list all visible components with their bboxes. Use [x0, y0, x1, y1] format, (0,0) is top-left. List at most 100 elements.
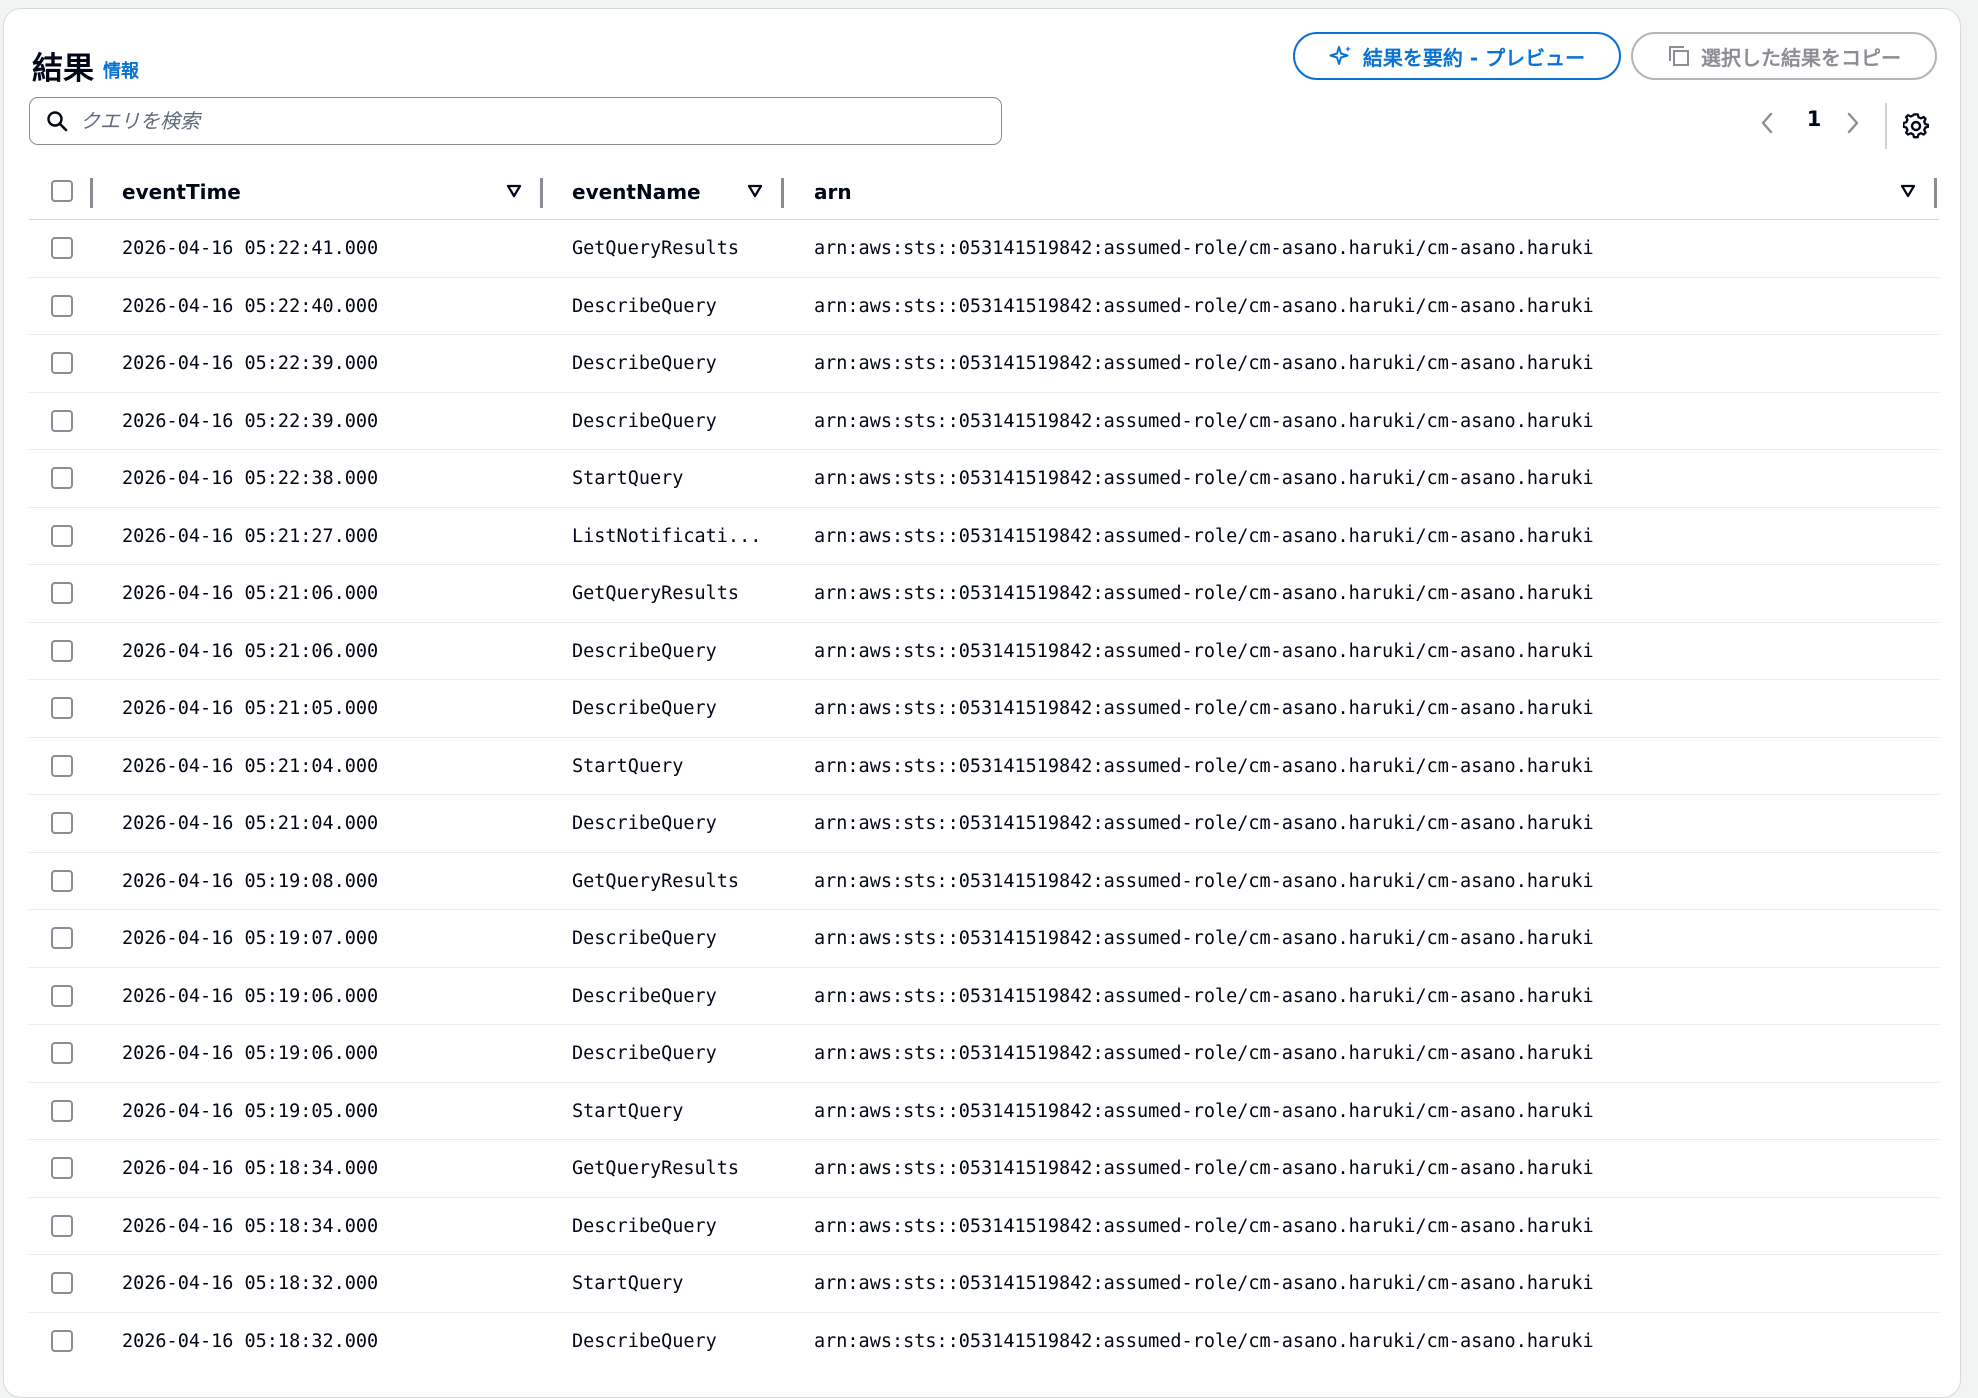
cell-arn: arn:aws:sts::053141519842:assumed-role/c…: [814, 238, 1594, 259]
chevron-right-icon[interactable]: [1846, 112, 1860, 134]
table-row[interactable]: 2026-04-16 05:22:38.000 StartQuery arn:a…: [29, 450, 1939, 508]
column-divider[interactable]: [540, 178, 543, 208]
cell-eventtime: 2026-04-16 05:18:32.000: [122, 1273, 379, 1294]
cell-eventname: DescribeQuery: [572, 985, 717, 1007]
row-checkbox[interactable]: [51, 1157, 73, 1179]
cell-eventname: DescribeQuery: [572, 1215, 717, 1237]
cell-eventtime: 2026-04-16 05:22:38.000: [122, 468, 379, 489]
cell-arn: arn:aws:sts::053141519842:assumed-role/c…: [814, 985, 1594, 1007]
cell-eventname: DescribeQuery: [572, 928, 717, 949]
sort-caret-icon[interactable]: [1900, 184, 1916, 198]
row-checkbox[interactable]: [51, 697, 73, 719]
row-checkbox[interactable]: [51, 1329, 73, 1352]
cell-eventtime: 2026-04-16 05:18:34.000: [122, 1215, 379, 1237]
row-checkbox[interactable]: [51, 1042, 73, 1064]
cell-eventtime: 2026-04-16 05:19:06.000: [122, 985, 379, 1007]
page-title: 結果: [32, 51, 94, 87]
copy-selected-button[interactable]: 選択した結果をコピー: [1631, 32, 1937, 80]
gear-icon[interactable]: [1903, 113, 1929, 139]
row-checkbox[interactable]: [51, 582, 73, 604]
table-row[interactable]: 2026-04-16 05:18:34.000 DescribeQuery ar…: [29, 1198, 1939, 1255]
row-checkbox[interactable]: [51, 754, 73, 777]
row-checkbox[interactable]: [51, 639, 73, 662]
cell-arn: arn:aws:sts::053141519842:assumed-role/c…: [814, 1043, 1594, 1064]
row-checkbox[interactable]: [51, 237, 73, 259]
table-row[interactable]: 2026-04-16 05:18:34.000 GetQueryResults …: [29, 1140, 1939, 1198]
table-row[interactable]: 2026-04-16 05:22:40.000 DescribeQuery ar…: [29, 278, 1939, 335]
row-checkbox[interactable]: [51, 1099, 73, 1122]
table-row[interactable]: 2026-04-16 05:19:07.000 DescribeQuery ar…: [29, 910, 1939, 968]
row-checkbox[interactable]: [51, 869, 73, 892]
table-row[interactable]: 2026-04-16 05:21:06.000 DescribeQuery ar…: [29, 623, 1939, 680]
table-row[interactable]: 2026-04-16 05:19:05.000 StartQuery arn:a…: [29, 1083, 1939, 1140]
cell-eventname: DescribeQuery: [572, 1330, 717, 1352]
table-row[interactable]: 2026-04-16 05:21:04.000 DescribeQuery ar…: [29, 795, 1939, 853]
cell-eventname: DescribeQuery: [572, 353, 717, 374]
cell-eventtime: 2026-04-16 05:21:05.000: [122, 698, 379, 719]
cell-arn: arn:aws:sts::053141519842:assumed-role/c…: [814, 295, 1594, 317]
cell-eventtime: 2026-04-16 05:22:40.000: [122, 295, 379, 317]
cell-eventname: DescribeQuery: [572, 1043, 717, 1064]
table-row[interactable]: 2026-04-16 05:21:04.000 StartQuery arn:a…: [29, 738, 1939, 795]
cell-eventtime: 2026-04-16 05:19:06.000: [122, 1043, 379, 1064]
row-checkbox[interactable]: [51, 1214, 73, 1237]
sparkle-icon: [1329, 46, 1351, 65]
cell-eventname: DescribeQuery: [572, 813, 717, 834]
row-checkbox[interactable]: [51, 1272, 73, 1294]
table-header: eventTime eventName arn: [29, 164, 1939, 220]
cell-arn: arn:aws:sts::053141519842:assumed-role/c…: [814, 813, 1594, 834]
row-checkbox[interactable]: [51, 467, 73, 489]
table-row[interactable]: 2026-04-16 05:22:39.000 DescribeQuery ar…: [29, 393, 1939, 450]
cell-eventname: DescribeQuery: [572, 640, 717, 662]
column-divider[interactable]: [781, 178, 784, 208]
cell-arn: arn:aws:sts::053141519842:assumed-role/c…: [814, 640, 1594, 662]
cell-eventtime: 2026-04-16 05:21:06.000: [122, 583, 379, 604]
column-divider[interactable]: [1934, 178, 1937, 208]
cell-eventname: DescribeQuery: [572, 698, 717, 719]
table-row[interactable]: 2026-04-16 05:22:39.000 DescribeQuery ar…: [29, 335, 1939, 393]
page-number[interactable]: 1: [1804, 107, 1824, 131]
row-checkbox[interactable]: [51, 409, 73, 432]
table-row[interactable]: 2026-04-16 05:19:08.000 GetQueryResults …: [29, 853, 1939, 910]
cell-eventtime: 2026-04-16 05:22:41.000: [122, 238, 379, 259]
sort-caret-icon[interactable]: [506, 184, 522, 198]
cell-eventname: ListNotificati...: [572, 525, 762, 547]
cell-eventtime: 2026-04-16 05:19:08.000: [122, 870, 379, 892]
table-row[interactable]: 2026-04-16 05:19:06.000 DescribeQuery ar…: [29, 968, 1939, 1025]
table-row[interactable]: 2026-04-16 05:19:06.000 DescribeQuery ar…: [29, 1025, 1939, 1083]
table-row[interactable]: 2026-04-16 05:22:41.000 GetQueryResults …: [29, 220, 1939, 278]
column-header-arn[interactable]: arn: [814, 180, 852, 204]
row-checkbox[interactable]: [51, 812, 73, 834]
table-row[interactable]: 2026-04-16 05:21:06.000 GetQueryResults …: [29, 565, 1939, 623]
cell-eventname: StartQuery: [572, 1100, 684, 1122]
cell-arn: arn:aws:sts::053141519842:assumed-role/c…: [814, 353, 1594, 374]
column-header-eventname[interactable]: eventName: [572, 180, 701, 204]
table-row[interactable]: 2026-04-16 05:18:32.000 StartQuery arn:a…: [29, 1255, 1939, 1313]
cell-eventtime: 2026-04-16 05:19:05.000: [122, 1100, 379, 1122]
cell-eventname: StartQuery: [572, 755, 684, 777]
cell-eventtime: 2026-04-16 05:22:39.000: [122, 410, 379, 432]
row-checkbox[interactable]: [51, 927, 73, 949]
table-row[interactable]: 2026-04-16 05:21:05.000 DescribeQuery ar…: [29, 680, 1939, 738]
chevron-left-icon[interactable]: [1760, 112, 1774, 134]
table-row[interactable]: 2026-04-16 05:21:27.000 ListNotificati..…: [29, 508, 1939, 565]
search-box[interactable]: [29, 97, 1002, 145]
row-checkbox[interactable]: [51, 294, 73, 317]
sort-caret-icon[interactable]: [747, 184, 763, 198]
summarize-results-button[interactable]: 結果を要約 - プレビュー: [1293, 32, 1621, 80]
results-table: eventTime eventName arn 2026-04-16 05:22…: [29, 164, 1939, 1370]
cell-eventname: DescribeQuery: [572, 410, 717, 432]
info-link[interactable]: 情報: [103, 57, 139, 83]
row-checkbox[interactable]: [51, 352, 73, 374]
cell-arn: arn:aws:sts::053141519842:assumed-role/c…: [814, 410, 1594, 432]
table-row[interactable]: 2026-04-16 05:18:32.000 DescribeQuery ar…: [29, 1313, 1939, 1371]
cell-eventtime: 2026-04-16 05:19:07.000: [122, 928, 379, 949]
cell-arn: arn:aws:sts::053141519842:assumed-role/c…: [814, 1330, 1594, 1352]
select-all-checkbox[interactable]: [51, 180, 73, 202]
summarize-results-label: 結果を要約 - プレビュー: [1362, 45, 1586, 70]
column-divider[interactable]: [90, 178, 93, 208]
row-checkbox[interactable]: [51, 984, 73, 1007]
row-checkbox[interactable]: [51, 524, 73, 547]
search-input[interactable]: [80, 109, 960, 133]
column-header-eventtime[interactable]: eventTime: [122, 180, 241, 204]
